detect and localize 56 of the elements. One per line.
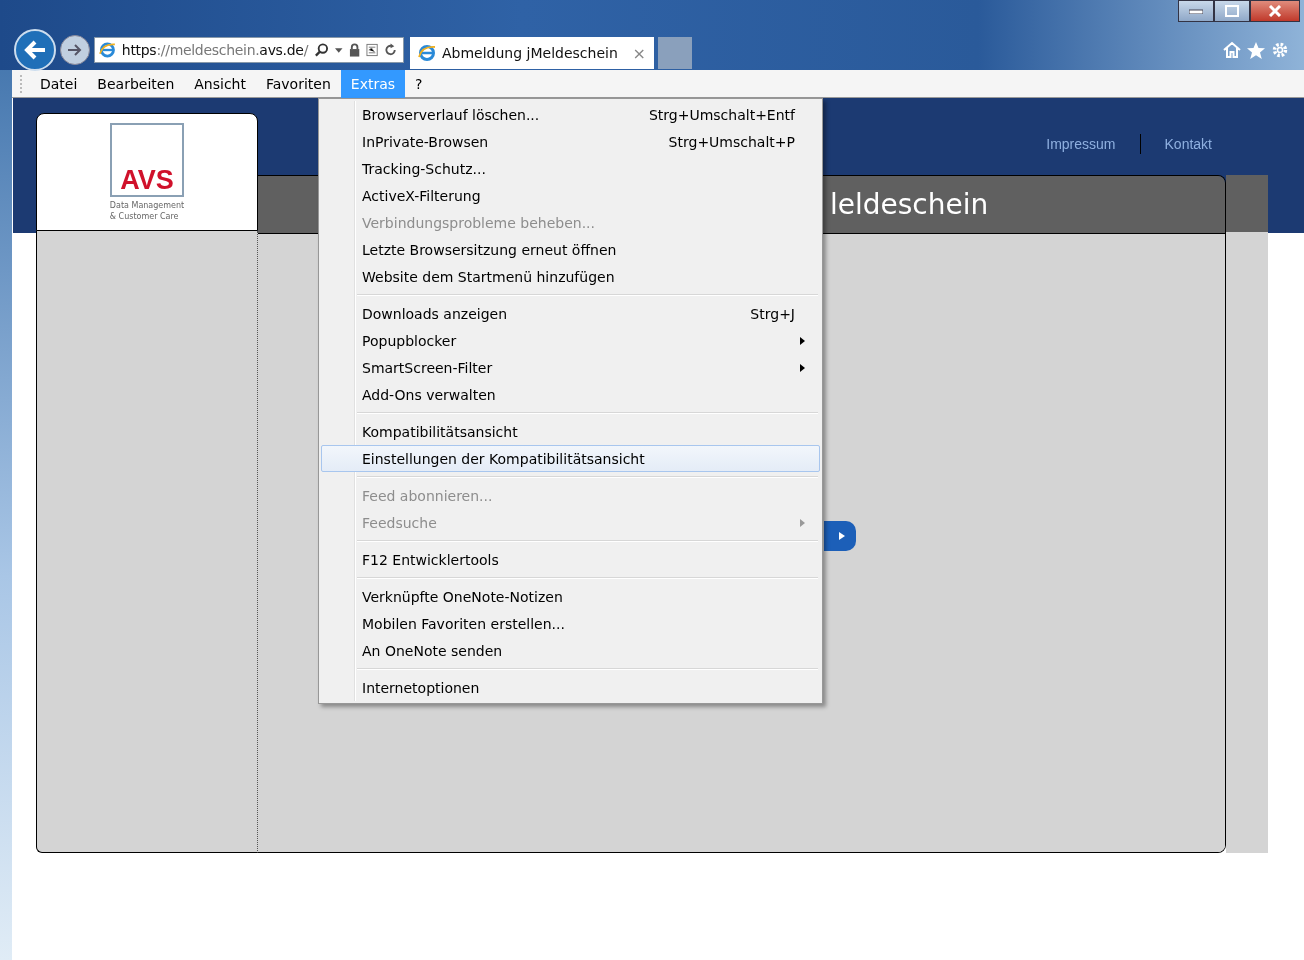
menu-item[interactable]: F12 Entwicklertools xyxy=(321,546,820,573)
url-text: https://meldeschein.avs.de/ xyxy=(121,42,309,58)
menu-item[interactable]: Letzte Browsersitzung erneut öffnen xyxy=(321,236,820,263)
menu-item[interactable]: Kompatibilitätsansicht xyxy=(321,418,820,445)
menu-bar-item[interactable]: ? xyxy=(405,69,433,98)
browser-tab[interactable]: Abmeldung jMeldeschein × xyxy=(410,37,654,69)
shortcut-text: Strg+Umschalt+Entf xyxy=(648,106,795,123)
home-icon[interactable] xyxy=(1222,41,1242,59)
shortcut-text: Strg+J xyxy=(750,305,795,322)
lock-icon[interactable] xyxy=(348,43,360,57)
impressum-link[interactable]: Impressum xyxy=(1046,136,1116,152)
maximize-button[interactable] xyxy=(1214,0,1250,22)
menu-item[interactable]: InPrivate-Browsen Strg+Umschalt+P xyxy=(321,128,820,155)
back-arrow-icon xyxy=(23,39,47,61)
kontakt-link[interactable]: Kontakt xyxy=(1164,136,1212,152)
page-heading: leldeschein xyxy=(830,188,989,221)
broken-page-icon[interactable] xyxy=(365,43,378,57)
avs-logo: AVS xyxy=(110,123,184,197)
close-button[interactable] xyxy=(1250,0,1300,22)
menu-item[interactable]: Verknüpfte OneNote-Notizen xyxy=(321,583,820,610)
back-button[interactable] xyxy=(14,29,56,71)
menu-item[interactable]: Internetoptionen xyxy=(321,674,820,701)
address-bar[interactable]: https://meldeschein.avs.de/ xyxy=(94,37,404,63)
minimize-icon xyxy=(1189,8,1203,14)
menu-bar-item[interactable]: Bearbeiten xyxy=(87,69,185,98)
play-triangle-icon xyxy=(839,532,845,540)
menu-bar-item[interactable]: Ansicht xyxy=(184,69,256,98)
logo-tagline: Data Management & Customer Care xyxy=(109,200,185,222)
menu-item[interactable]: Add-Ons verwalten xyxy=(321,381,820,408)
menu-item[interactable]: Browserverlauf löschen... Strg+Umschalt+Entf xyxy=(321,101,820,128)
dropdown-caret-icon[interactable] xyxy=(335,47,343,53)
minimize-button[interactable] xyxy=(1178,0,1214,22)
menu-item[interactable]: ActiveX-Filterung xyxy=(321,182,820,209)
refresh-icon[interactable] xyxy=(383,43,397,57)
globe-e-icon xyxy=(99,41,116,59)
menu-bar-item[interactable]: Favoriten xyxy=(256,69,341,98)
star-icon[interactable] xyxy=(1246,40,1266,60)
forward-arrow-icon xyxy=(67,43,83,57)
shortcut-text: Strg+Umschalt+P xyxy=(668,133,795,150)
menu-item[interactable]: SmartScreen-Filter xyxy=(321,354,820,381)
menu-item[interactable]: Popupblocker xyxy=(321,327,820,354)
menu-item[interactable]: Einstellungen der Kompatibilitätsansicht xyxy=(321,445,820,472)
menu-item[interactable]: Mobilen Favoriten erstellen... xyxy=(321,610,820,637)
globe-e-icon xyxy=(418,44,436,62)
tab-title: Abmeldung jMeldeschein xyxy=(442,45,619,61)
menu-item[interactable]: Tracking-Schutz... xyxy=(321,155,820,182)
forward-button[interactable] xyxy=(60,35,90,65)
tab-close-button[interactable]: × xyxy=(632,43,646,63)
close-icon xyxy=(1268,5,1282,17)
menu-item[interactable]: Downloads anzeigen Strg+J xyxy=(321,300,820,327)
maximize-icon xyxy=(1225,5,1239,17)
search-icon[interactable] xyxy=(314,42,330,58)
menu-bar-item[interactable]: Datei xyxy=(30,69,88,98)
menu-item[interactable]: Website dem Startmenü hinzufügen xyxy=(321,263,820,290)
menu-item[interactable]: An OneNote senden xyxy=(321,637,820,664)
next-button[interactable] xyxy=(824,521,856,551)
